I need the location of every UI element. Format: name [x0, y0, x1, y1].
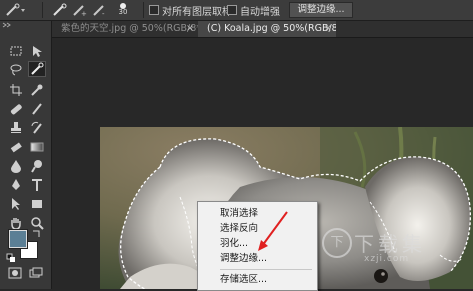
options-bar: + - 30 对所有图层取样 自动增强 调整边缘...: [0, 0, 473, 21]
rectangle-tool[interactable]: [28, 196, 46, 212]
close-icon[interactable]: ×: [186, 21, 194, 37]
gradient-tool[interactable]: [28, 139, 46, 155]
foreground-color-swatch[interactable]: [8, 229, 28, 249]
refine-edge-button[interactable]: 调整边缘...: [289, 2, 353, 18]
eyedropper-icon: [31, 84, 43, 96]
blur-tool[interactable]: [7, 158, 25, 174]
type-t-icon: [32, 179, 42, 191]
brush-icon: [32, 103, 42, 115]
rectangular-marquee-tool[interactable]: [7, 43, 25, 59]
crop-tool[interactable]: [7, 82, 25, 98]
swap-colors-icon[interactable]: [32, 228, 42, 238]
brush-size-value: 30: [118, 8, 128, 16]
watermark-main-text: 下载集: [354, 232, 426, 256]
stamp-icon: [11, 122, 21, 133]
history-brush-tool[interactable]: [28, 120, 46, 136]
subtract-from-selection-mode-button[interactable]: -: [92, 3, 108, 17]
watermark-logo: 下: [322, 228, 352, 258]
menu-item-select-inverse[interactable]: 选择反向: [198, 221, 317, 236]
tab-purple-sky[interactable]: 紫色的天空.jpg @ 50%(RGB/8*) ×: [52, 21, 198, 37]
brush-selection-subtract-icon: -: [93, 5, 105, 17]
tab-koala[interactable]: (C) Koala.jpg @ 50%(RGB/8#) * ×: [198, 21, 336, 37]
brush-size-picker[interactable]: 30: [112, 3, 134, 17]
svg-text:-: -: [102, 10, 105, 17]
brush-selection-add-icon: +: [73, 5, 87, 17]
lasso-icon: [10, 64, 22, 76]
quick-mask-icon: [8, 267, 22, 279]
blur-drop-icon: [11, 160, 21, 173]
auto-enhance-label: 自动增强: [240, 6, 280, 18]
path-selection-tool[interactable]: [7, 196, 25, 212]
quick-mask-mode-button[interactable]: [6, 265, 24, 281]
quick-selection-icon: [6, 3, 25, 16]
brush-selection-new-icon: [53, 3, 67, 16]
tools-panel: [0, 21, 52, 289]
menu-separator: [220, 269, 312, 270]
tab-label: 紫色的天空.jpg @ 50%(RGB/8*): [61, 23, 198, 34]
pen-tool[interactable]: [7, 177, 25, 193]
brush-tool[interactable]: [28, 101, 46, 117]
hand-icon: [11, 218, 21, 230]
sample-all-layers-checkbox[interactable]: 对所有图层取样: [149, 3, 232, 18]
watermark-sub-text: xzji.com: [364, 254, 410, 264]
checkbox-icon: [227, 5, 237, 15]
checkbox-icon: [149, 5, 159, 15]
rectangle-shape-icon: [32, 200, 42, 208]
svg-text:+: +: [81, 10, 87, 17]
menu-item-refine-edge[interactable]: 调整边缘...: [198, 251, 317, 266]
new-selection-mode-button[interactable]: [52, 3, 68, 17]
panel-collapse-icon[interactable]: [0, 22, 51, 28]
menu-item-deselect[interactable]: 取消选择: [198, 206, 317, 221]
eraser-icon: [10, 142, 22, 153]
quick-selection-icon: [31, 62, 44, 75]
add-to-selection-mode-button[interactable]: +: [72, 3, 88, 17]
lasso-tool[interactable]: [7, 62, 25, 78]
type-tool[interactable]: [28, 177, 46, 193]
sample-all-layers-label: 对所有图层取样: [162, 6, 232, 18]
move-tool[interactable]: [28, 43, 46, 59]
tab-label: (C) Koala.jpg @ 50%(RGB/8#) *: [207, 23, 336, 34]
dodge-icon: [31, 160, 42, 173]
close-icon[interactable]: ×: [324, 21, 332, 37]
watermark: 下 下载集 xzji.com: [320, 226, 470, 270]
clone-stamp-tool[interactable]: [7, 120, 25, 136]
eyedropper-tool[interactable]: [28, 82, 46, 98]
spot-healing-brush-tool[interactable]: [7, 101, 25, 117]
menu-item-save-selection[interactable]: 存储选区...: [198, 272, 317, 287]
crop-icon: [10, 84, 22, 96]
marquee-icon: [10, 46, 22, 56]
eraser-tool[interactable]: [7, 139, 25, 155]
watermark-logo-text: 下: [330, 235, 344, 250]
screen-mode-button[interactable]: [27, 265, 45, 281]
selection-context-menu: 取消选择 选择反向 羽化... 调整边缘... 存储选区...: [197, 201, 318, 291]
gradient-icon: [30, 142, 44, 152]
default-colors-icon[interactable]: [6, 253, 16, 263]
screen-mode-icon: [29, 267, 43, 278]
menu-item-feather[interactable]: 羽化...: [198, 236, 317, 251]
document-tabs: 紫色的天空.jpg @ 50%(RGB/8*) × (C) Koala.jpg …: [52, 21, 473, 38]
move-icon: [33, 46, 42, 57]
auto-enhance-checkbox[interactable]: 自动增强: [227, 3, 280, 18]
quick-selection-tool[interactable]: [28, 61, 46, 77]
hand-tool[interactable]: [7, 215, 25, 231]
dodge-tool[interactable]: [28, 158, 46, 174]
healing-bandage-icon: [10, 104, 22, 115]
history-brush-icon: [31, 121, 42, 134]
path-selection-arrow-icon: [12, 198, 20, 210]
tool-preset-picker[interactable]: [4, 3, 26, 17]
pen-icon: [12, 179, 20, 190]
